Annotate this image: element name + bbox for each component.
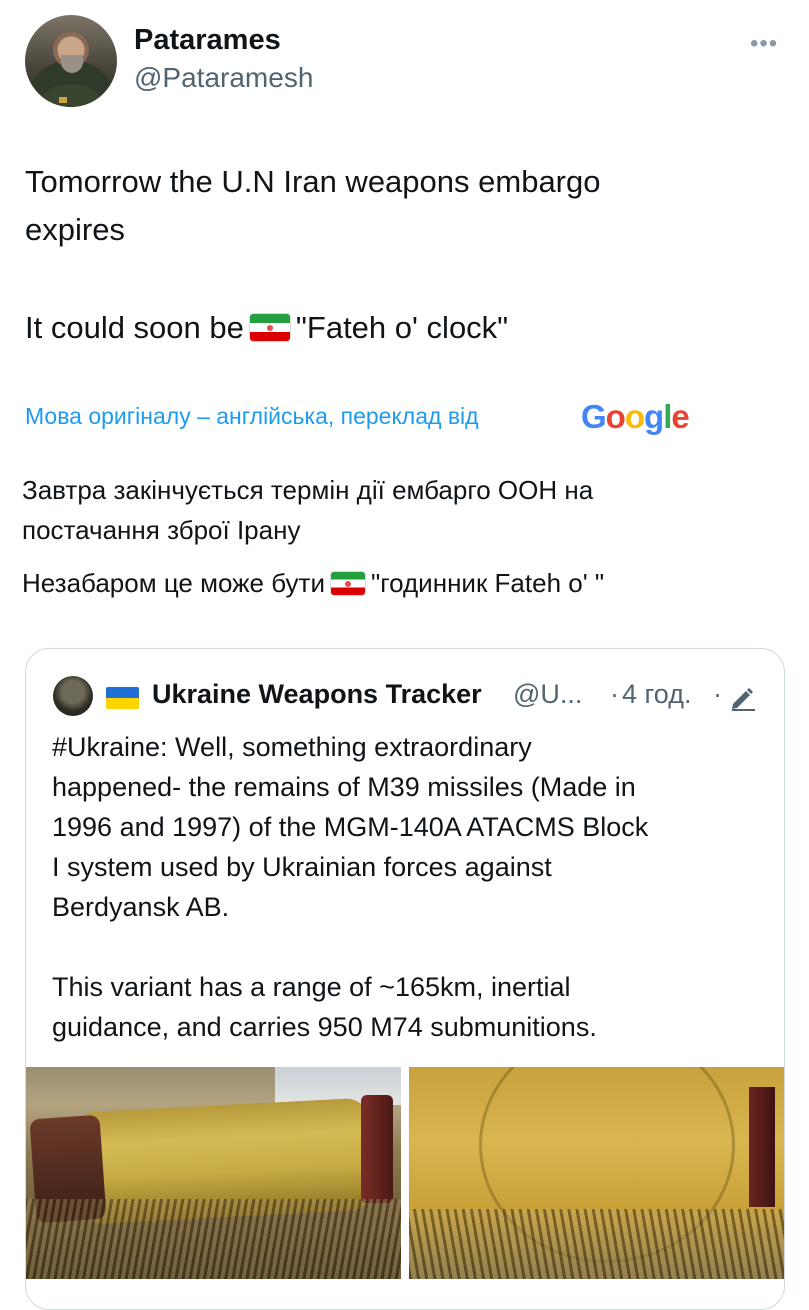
quoted-text-line: I system used by Ukrainian forces agains… [52,852,552,882]
missile-markings-photo[interactable] [409,1067,784,1279]
translated-text-line: постачання зброї Ірану [22,515,301,545]
separator-dot: · [713,679,722,709]
translated-text-segment: "годинник Fateh o' " [370,568,605,598]
quoted-author-handle[interactable]: @U... [513,679,582,710]
photo-detail [409,1209,784,1279]
photo-detail [749,1087,775,1207]
quoted-tweet-time[interactable]: 4 год. [622,679,691,710]
quoted-text-line: #Ukraine: Well, something extraordinary [52,732,532,762]
photo-detail [361,1095,393,1203]
author-avatar[interactable] [25,15,117,107]
quoted-author-avatar[interactable] [53,676,93,716]
edit-pencil-icon [732,688,755,711]
separator-dot: · [610,679,619,709]
quoted-text-line: Berdyansk AB. [52,892,230,922]
quoted-text-line: This variant has a range of ~165km, iner… [52,972,571,1002]
avatar-detail [61,55,83,73]
iran-flag-icon [330,572,365,595]
tweet-text-line: Tomorrow the U.N Iran weapons embargo [25,164,601,199]
missile-remains-photo[interactable] [26,1067,401,1279]
quoted-tweet-card[interactable]: Ukraine Weapons Tracker @U... · 4 год. ·… [25,648,785,1310]
translated-text-line: Завтра закінчується термін дії ембарго О… [22,475,594,505]
author-handle[interactable]: @Pataramesh [134,62,313,94]
tweet-text-line: expires [25,212,125,247]
photo-detail [26,1199,401,1279]
avatar-detail [59,97,67,103]
translation-note-link[interactable]: Мова оригіналу – англійська, переклад ві… [25,403,479,430]
quoted-author-name[interactable]: Ukraine Weapons Tracker [152,679,482,710]
author-display-name[interactable]: Patarames [134,24,281,57]
translated-text-segment: Незабаром це може бути [22,568,325,598]
more-options-icon[interactable]: ••• [750,30,778,58]
tweet-text-line: It could soon be "Fateh o' clock" [25,306,508,350]
google-logo: Google [581,398,690,435]
iran-flag-icon [249,314,290,341]
quoted-text-line: guidance, and carries 950 M74 submunitio… [52,1012,597,1042]
quoted-text-line: happened- the remains of M39 missiles (M… [52,772,636,802]
quoted-text-line: 1996 and 1997) of the MGM-140A ATACMS Bl… [52,812,649,842]
avatar-detail [35,85,107,107]
ukraine-flag-icon [106,687,139,709]
translated-text-line: Незабаром це може бути "годинник Fateh o'… [22,568,604,599]
tweet-text-segment: It could soon be [25,310,244,345]
tweet-text-segment: "Fateh o' clock" [295,310,509,345]
